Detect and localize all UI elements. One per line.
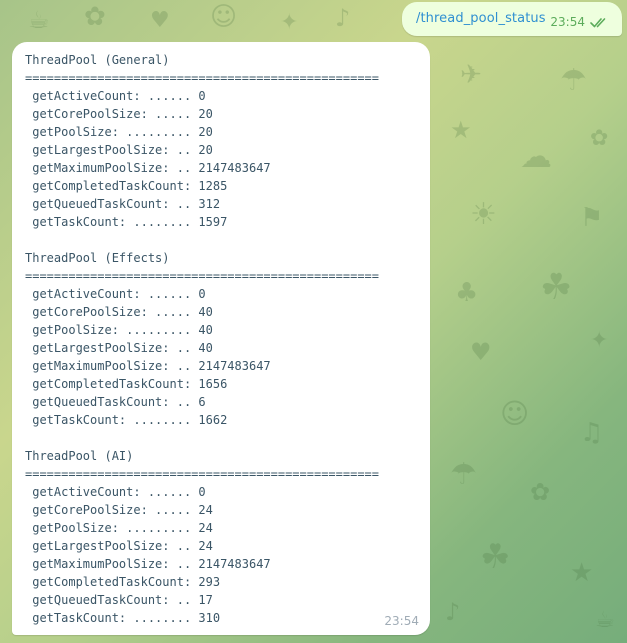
status-line: getMaximumPoolSize: .. 2147483647 [25, 161, 271, 175]
wallpaper-doodle-icon: ☘ [540, 267, 573, 308]
thread-pool-status-text: ThreadPool (General) ====================… [25, 51, 379, 627]
double-check-icon [590, 17, 608, 28]
status-line: ThreadPool (Effects) [25, 251, 170, 265]
wallpaper-doodle-icon: ★ [450, 116, 472, 144]
wallpaper-doodle-icon: ✿ [530, 478, 551, 506]
status-line: getCompletedTaskCount: 1656 [25, 377, 228, 391]
status-line: getTaskCount: ........ 1662 [25, 413, 228, 427]
wallpaper-doodle-icon: ★ [570, 558, 594, 588]
command-text: /thread_pool_status [416, 11, 546, 26]
wallpaper-doodle-icon: ♥ [150, 8, 170, 33]
incoming-message-time: 23:54 [384, 614, 419, 628]
wallpaper-doodle-icon: ✿ [590, 126, 609, 151]
wallpaper-doodle-icon: ☂ [450, 457, 477, 492]
status-line: getMaximumPoolSize: .. 2147483647 [25, 359, 271, 373]
incoming-message-bubble[interactable]: ThreadPool (General) ====================… [12, 42, 430, 635]
status-line: getCompletedTaskCount: 1285 [25, 179, 228, 193]
status-line: getPoolSize: ......... 24 [25, 521, 213, 535]
wallpaper-doodle-icon: ✈ [460, 60, 482, 90]
status-line: getActiveCount: ...... 0 [25, 89, 206, 103]
outgoing-message-meta: 23:54 [550, 15, 608, 29]
status-line: getMaximumPoolSize: .. 2147483647 [25, 557, 271, 571]
wallpaper-doodle-icon: ♪ [445, 598, 461, 626]
status-line: getLargestPoolSize: .. 20 [25, 143, 213, 157]
status-line: ThreadPool (General) [25, 53, 170, 67]
status-line: ThreadPool (AI) [25, 449, 134, 463]
status-line: getQueuedTaskCount: .. 312 [25, 197, 221, 211]
outgoing-message-bubble[interactable]: /thread_pool_status 23:54 [402, 2, 622, 36]
status-line: getQueuedTaskCount: .. 6 [25, 395, 206, 409]
status-line: getCorePoolSize: ..... 24 [25, 503, 213, 517]
status-line: getCorePoolSize: ..... 40 [25, 305, 213, 319]
wallpaper-doodle-icon: ☕ [28, 6, 50, 34]
wallpaper-doodle-icon: ♣ [455, 278, 479, 308]
wallpaper-doodle-icon: ⚑ [580, 203, 604, 233]
wallpaper-doodle-icon: ☺ [210, 2, 238, 32]
outgoing-message-time: 23:54 [550, 15, 585, 29]
wallpaper-doodle-icon: ☕ [595, 608, 615, 633]
wallpaper-doodle-icon: ☘ [480, 537, 511, 577]
wallpaper-doodle-icon: ☀ [470, 197, 497, 232]
wallpaper-doodle-icon: ✦ [280, 10, 299, 35]
status-line [25, 429, 379, 447]
status-line: getCompletedTaskCount: 293 [25, 575, 221, 589]
wallpaper-doodle-icon: ✦ [590, 328, 609, 353]
status-line: getActiveCount: ...... 0 [25, 485, 206, 499]
wallpaper-doodle-icon: ☂ [560, 63, 587, 98]
status-line: getPoolSize: ......... 40 [25, 323, 213, 337]
wallpaper-doodle-icon: ♪ [335, 4, 351, 32]
status-line: getCorePoolSize: ..... 20 [25, 107, 213, 121]
status-line: getPoolSize: ......... 20 [25, 125, 213, 139]
status-line: ========================================… [25, 269, 380, 283]
wallpaper-doodle-icon: ✿ [84, 2, 106, 32]
status-line: getLargestPoolSize: .. 40 [25, 341, 213, 355]
wallpaper-doodle-icon: ♫ [580, 418, 604, 448]
status-line: getActiveCount: ...... 0 [25, 287, 206, 301]
status-line: ========================================… [25, 71, 380, 85]
wallpaper-doodle-icon: ☁ [520, 137, 552, 175]
wallpaper-doodle-icon: ☺ [500, 397, 530, 430]
status-line: getLargestPoolSize: .. 24 [25, 539, 213, 553]
status-line: ========================================… [25, 467, 380, 481]
wallpaper-doodle-icon: ♥ [470, 338, 492, 366]
status-line [25, 231, 379, 249]
status-line: getTaskCount: ........ 1597 [25, 215, 228, 229]
status-line: getTaskCount: ........ 310 [25, 611, 221, 625]
status-line: getQueuedTaskCount: .. 17 [25, 593, 213, 607]
